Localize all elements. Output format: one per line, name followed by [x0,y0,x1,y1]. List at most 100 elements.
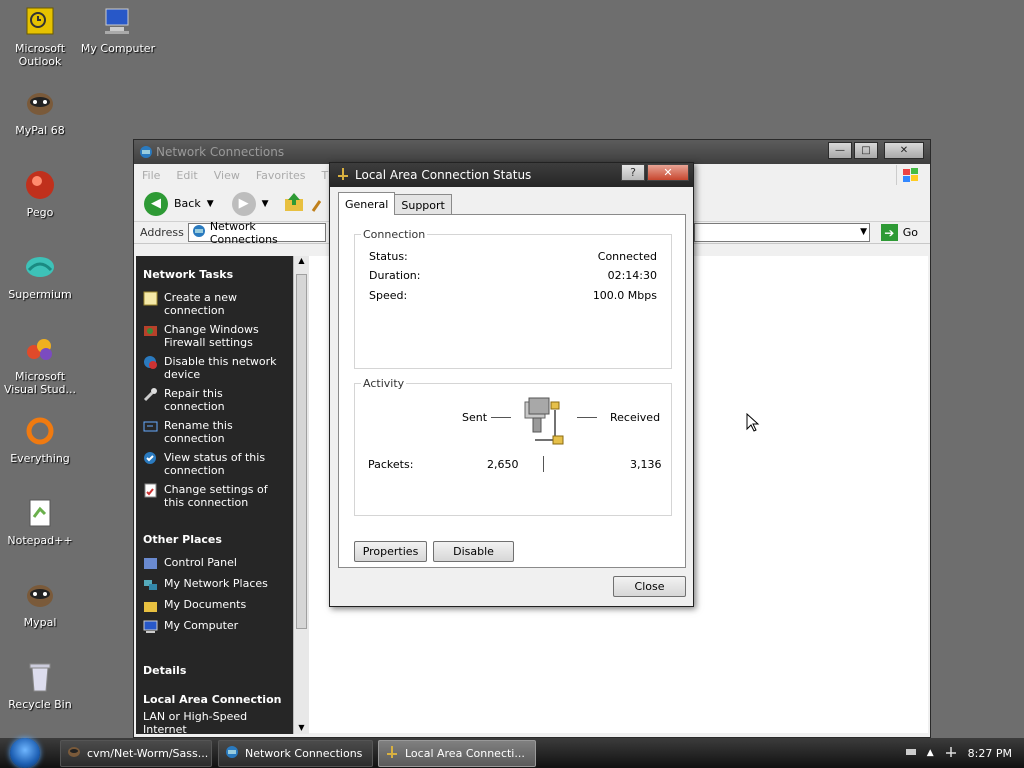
task-create-connection[interactable]: Create a new connection [136,289,293,321]
chevron-down-icon[interactable]: ▼ [860,227,867,237]
network-activity-icon [521,396,571,453]
go-button[interactable]: ➔ Go [880,224,918,241]
clock[interactable]: 8:27 PM [968,747,1012,760]
place-my-computer[interactable]: My Computer [136,617,293,638]
task-repair-connection[interactable]: Repair this connection [136,385,293,417]
desktop-icon-mypal68[interactable]: MyPal 68 [0,86,80,137]
network-tasks-heading: Network Tasks [143,268,234,281]
address-input-extension[interactable]: ▼ [694,223,870,242]
desktop-icon-label: MyPal 68 [15,124,65,137]
menu-favorites[interactable]: Favorites [256,169,306,182]
my-computer-icon [143,619,158,634]
scroll-down-icon[interactable]: ▼ [294,723,309,732]
details-connection-name: Local Area Connection [143,693,282,706]
forward-arrow-icon[interactable]: ▶ [231,191,256,216]
desktop-icon-mypal[interactable]: Mypal [0,578,80,629]
task-pane-scrollbar[interactable]: ▲ ▼ [293,256,309,734]
mypal-icon [23,578,57,612]
task-rename-connection[interactable]: Rename this connection [136,417,293,449]
menu-file[interactable]: File [142,169,160,182]
back-arrow-icon[interactable]: ◀ [144,191,168,216]
taskbar-item-local-area-connection[interactable]: Local Area Connecti... [378,740,536,767]
place-my-network-places[interactable]: My Network Places [136,575,293,596]
maximize-button[interactable]: □ [854,142,878,159]
mouse-cursor-icon [746,412,760,436]
desktop-icon-label: Pego [26,206,54,219]
desktop-icon-outlook[interactable]: Microsoft Outlook [0,4,80,68]
desktop-icon-notepadpp[interactable]: Notepad++ [0,496,80,547]
forward-dropdown-icon[interactable]: ▼ [262,199,269,209]
place-control-panel[interactable]: Control Panel [136,554,293,575]
packets-received-value: 3,136 [630,458,662,471]
desktop-icon-my-computer[interactable]: My Computer [78,4,158,55]
packets-divider [543,456,544,472]
task-label: Change Windows Firewall settings [164,323,259,349]
close-button[interactable]: ✕ [884,142,924,159]
status-value: Connected [597,250,657,263]
general-tab-panel: Connection Status: Connected Duration: 0… [338,214,686,568]
properties-button[interactable]: Properties [354,541,427,562]
activity-group: Activity Sent Received Packets: 2,650 3,… [354,377,672,516]
speed-row: Speed: 100.0 Mbps [369,289,657,302]
desktop-icon-everything[interactable]: Everything [0,414,80,465]
address-value: Network Connections [209,219,278,246]
task-disable-device[interactable]: Disable this network device [136,353,293,385]
supermium-icon [23,250,57,284]
tray-network-status-icon[interactable] [944,746,958,761]
place-my-documents[interactable]: My Documents [136,596,293,617]
network-icon [139,145,153,159]
my-computer-icon [101,4,135,38]
sent-line [491,417,511,418]
desktop-icon-recycle-bin[interactable]: Recycle Bin [0,660,80,711]
task-firewall-settings[interactable]: Change Windows Firewall settings [136,321,293,353]
menu-edit[interactable]: Edit [176,169,197,182]
place-label: My Documents [164,598,247,611]
window-titlebar[interactable]: Network Connections — □ ✕ [134,140,930,164]
notepadpp-icon [23,496,57,530]
back-dropdown-icon[interactable]: ▼ [207,199,214,209]
taskbar-item-sasser[interactable]: cvm/Net-Worm/Sass... [60,740,212,767]
menu-tools[interactable]: T [322,169,329,182]
menu-view[interactable]: View [214,169,240,182]
window-title: Network Connections [156,145,285,159]
task-view-status[interactable]: View status of this connection [136,449,293,481]
scroll-up-icon[interactable]: ▲ [294,256,309,265]
address-input[interactable]: Network Connections [187,220,326,246]
dialog-close-button[interactable]: ✕ [647,164,689,181]
desktop-icon-visual-studio[interactable]: Microsoft Visual Stud... [0,332,80,396]
tray-expand-icon[interactable]: ▲ [927,748,934,758]
desktop-icon-supermium[interactable]: Supermium [0,250,80,301]
received-label: Received [610,411,661,424]
tab-general[interactable]: General [338,192,396,215]
go-arrow-icon: ➔ [880,224,898,241]
received-line [577,417,597,418]
folder-up-icon[interactable] [283,191,305,216]
settings-document-icon [143,483,158,498]
tray-network-icon[interactable] [905,746,917,761]
start-button[interactable] [10,738,40,768]
scroll-thumb[interactable] [296,274,307,629]
tab-support[interactable]: Support [394,194,452,215]
sent-label: Sent [462,411,488,424]
minimize-button[interactable]: — [828,142,852,159]
taskbar-item-label: cvm/Net-Worm/Sass... [87,747,209,760]
go-label: Go [902,226,918,239]
duration-row: Duration: 02:14:30 [369,269,657,282]
disable-network-icon [143,355,158,370]
tab-strip: General Support [338,192,452,215]
dialog-titlebar[interactable]: Local Area Connection Status ? ✕ [330,163,693,187]
help-button[interactable]: ? [621,164,645,181]
taskbar: cvm/Net-Worm/Sass... Network Connections… [0,738,1024,768]
outlook-icon [23,4,57,38]
back-button-label[interactable]: Back [174,197,201,210]
close-dialog-button[interactable]: Close [613,576,686,597]
packets-label: Packets: [368,458,414,471]
disable-button[interactable]: Disable [433,541,514,562]
place-label: Control Panel [164,556,237,569]
taskbar-item-network-connections[interactable]: Network Connections [218,740,373,767]
task-change-settings[interactable]: Change settings of this connection [136,481,293,513]
search-icon[interactable] [311,191,321,216]
desktop-icon-label: Microsoft Visual Stud... [3,370,77,396]
desktop-icon-pego[interactable]: Pego [0,168,80,219]
mypal-icon [23,86,57,120]
